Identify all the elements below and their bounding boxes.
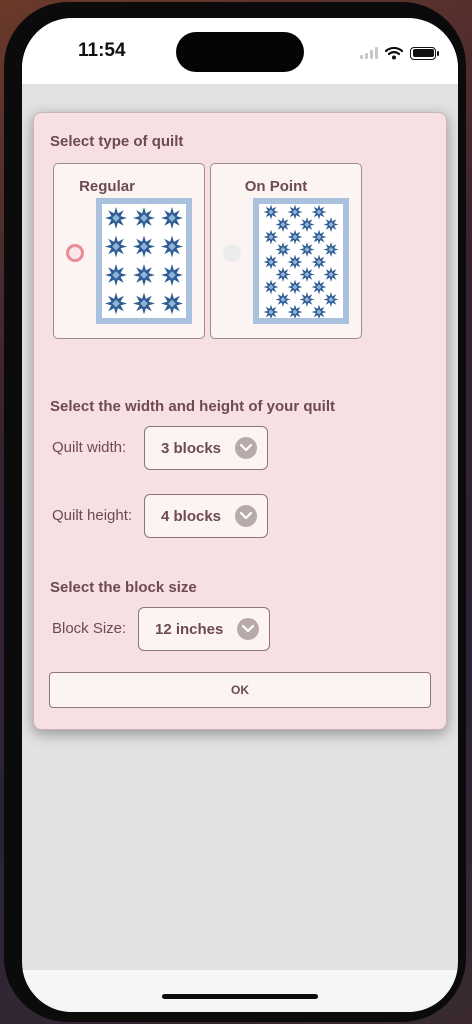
dynamic-island	[176, 32, 304, 72]
star-block-icon	[161, 264, 183, 286]
status-bar: 11:54	[22, 18, 458, 84]
star-block-icon	[275, 267, 291, 282]
star-block-icon	[105, 264, 127, 286]
star-block-icon	[311, 279, 327, 295]
status-icons	[360, 44, 439, 62]
bottom-area	[22, 970, 458, 1012]
star-block-icon	[263, 304, 279, 318]
radio-on-point[interactable]	[223, 244, 241, 262]
star-block-icon	[299, 267, 315, 282]
star-block-icon	[299, 292, 315, 307]
star-block-icon	[311, 254, 327, 270]
chevron-down-icon	[237, 618, 259, 640]
quilt-option-regular[interactable]: Regular	[53, 163, 205, 339]
star-block-icon	[263, 279, 279, 295]
star-block-icon	[161, 207, 183, 229]
quilt-height-label: Quilt height:	[52, 507, 133, 524]
status-time: 11:54	[78, 40, 126, 61]
wifi-icon	[385, 46, 403, 60]
star-block-icon	[161, 292, 183, 315]
star-block-icon	[105, 207, 127, 229]
star-block-icon	[311, 204, 327, 220]
quilt-option-on-point[interactable]: On Point	[210, 163, 362, 339]
quilt-type-title: Select type of quilt	[50, 133, 184, 150]
radio-regular[interactable]	[66, 244, 84, 262]
chevron-down-icon	[235, 505, 257, 527]
quilt-width-label: Quilt width:	[52, 439, 127, 456]
star-block-icon	[287, 279, 303, 295]
quilt-height-dropdown[interactable]: 4 blocks	[144, 494, 268, 538]
star-block-icon	[263, 229, 279, 245]
star-block-icon	[323, 217, 339, 232]
star-block-icon	[287, 229, 303, 245]
block-size-title: Select the block size	[50, 579, 197, 596]
star-block-icon	[287, 304, 303, 318]
star-block-icon	[311, 304, 327, 318]
regular-quilt-image	[96, 198, 192, 324]
star-block-icon	[323, 292, 339, 307]
star-block-icon	[263, 254, 279, 270]
quilt-width-value: 3 blocks	[161, 439, 222, 457]
star-block-icon	[133, 207, 155, 229]
block-size-label: Block Size:	[52, 620, 127, 637]
ok-button[interactable]: OK	[49, 672, 431, 708]
quilt-height-value: 4 blocks	[161, 507, 222, 525]
block-size-value: 12 inches	[155, 620, 224, 638]
size-title: Select the width and height of your quil…	[50, 398, 335, 415]
star-block-icon	[311, 229, 327, 245]
star-block-icon	[275, 242, 291, 257]
star-block-icon	[323, 267, 339, 282]
star-block-icon	[105, 292, 127, 315]
signal-icon	[360, 47, 378, 59]
chevron-down-icon	[235, 437, 257, 459]
screen: 11:54 Select type of quilt Regular On Po…	[22, 18, 458, 1012]
star-block-icon	[133, 235, 155, 258]
star-block-icon	[133, 292, 155, 315]
quilt-option-label: Regular	[79, 178, 135, 195]
quilt-width-dropdown[interactable]: 3 blocks	[144, 426, 268, 470]
home-indicator[interactable]	[162, 994, 318, 999]
star-block-icon	[299, 242, 315, 257]
star-block-icon	[299, 217, 315, 232]
star-block-icon	[287, 204, 303, 220]
star-block-icon	[275, 217, 291, 232]
star-block-icon	[263, 204, 279, 220]
phone-frame: 11:54 Select type of quilt Regular On Po…	[4, 2, 466, 1022]
star-block-icon	[287, 254, 303, 270]
battery-icon	[410, 46, 439, 60]
star-block-icon	[323, 242, 339, 257]
star-block-icon	[161, 235, 183, 258]
on-point-quilt-image	[253, 198, 349, 324]
star-block-icon	[105, 235, 127, 258]
quilt-option-label: On Point	[244, 178, 308, 195]
star-block-icon	[133, 264, 155, 286]
block-size-dropdown[interactable]: 12 inches	[138, 607, 270, 651]
star-block-icon	[275, 292, 291, 307]
quilt-settings-dialog: Select type of quilt Regular On Point Se…	[33, 112, 447, 730]
